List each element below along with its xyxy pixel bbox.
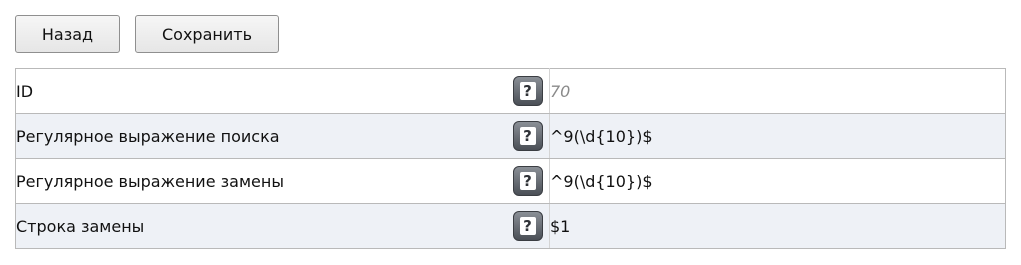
toolbar: Назад Сохранить bbox=[15, 15, 279, 53]
save-button[interactable]: Сохранить bbox=[135, 15, 279, 53]
replace-string-value: $1 bbox=[550, 216, 571, 236]
help-icon[interactable]: ? bbox=[512, 166, 543, 196]
help-icon[interactable]: ? bbox=[512, 76, 543, 106]
id-value: 70 bbox=[550, 81, 571, 101]
form-row-id: ID ? 70 bbox=[15, 68, 1006, 114]
replace-regex-field[interactable]: ^9(\d{10})$ bbox=[549, 158, 1006, 204]
search-regex-field[interactable]: ^9(\d{10})$ bbox=[549, 113, 1006, 159]
form-row-search-regex: Регулярное выражение поиска ? ^9(\d{10})… bbox=[15, 113, 1006, 159]
question-mark-glyph: ? bbox=[519, 217, 536, 235]
settings-form-table: ID ? 70 Регулярное выражение поиска ? ^9… bbox=[15, 68, 1006, 249]
replace-string-field[interactable]: $1 bbox=[549, 203, 1006, 249]
form-row-replace-string: Строка замены ? $1 bbox=[15, 203, 1006, 249]
question-mark-glyph: ? bbox=[519, 82, 536, 100]
form-row-replace-regex: Регулярное выражение замены ? ^9(\d{10})… bbox=[15, 158, 1006, 204]
help-icon[interactable]: ? bbox=[512, 121, 543, 151]
help-icon[interactable]: ? bbox=[512, 211, 543, 241]
search-regex-value: ^9(\d{10})$ bbox=[550, 126, 653, 146]
question-mark-glyph: ? bbox=[519, 172, 536, 190]
back-button[interactable]: Назад bbox=[15, 15, 120, 53]
field-label: Регулярное выражение замены bbox=[15, 158, 506, 204]
question-mark-glyph: ? bbox=[519, 127, 536, 145]
field-label: ID bbox=[15, 68, 506, 114]
replace-regex-value: ^9(\d{10})$ bbox=[550, 171, 653, 191]
field-label: Строка замены bbox=[15, 203, 506, 249]
field-label: Регулярное выражение поиска bbox=[15, 113, 506, 159]
